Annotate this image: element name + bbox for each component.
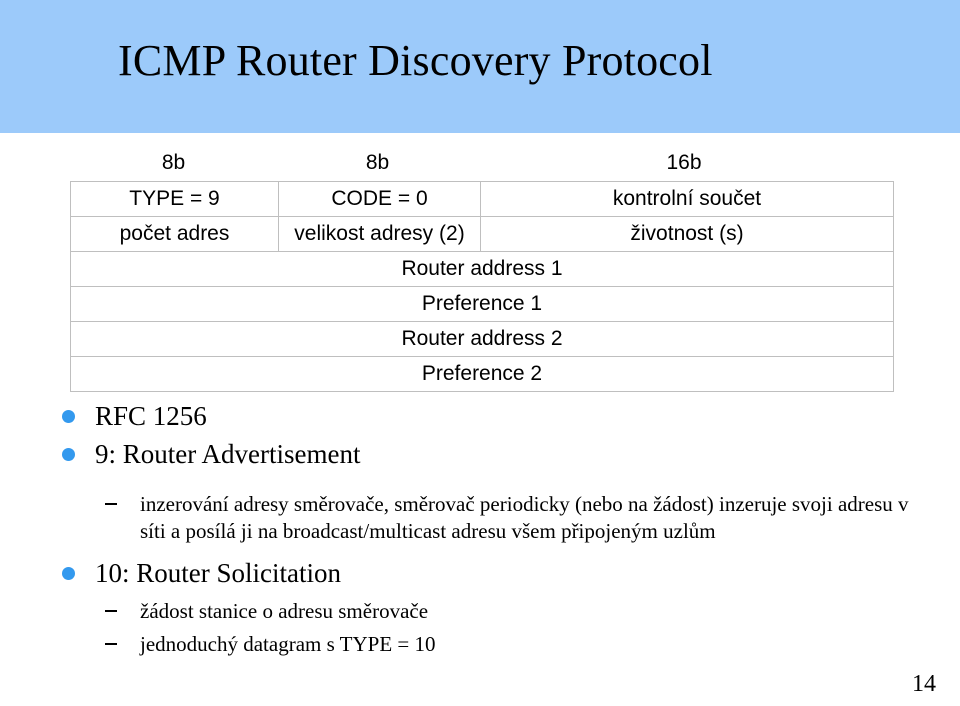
bit-width-label-type: 8b — [161, 151, 186, 174]
packet-cell-addr-size: velikost adresy (2) — [278, 216, 481, 252]
bullet-router-solicitation-label: 10: Router Solicitation — [95, 558, 341, 588]
bullet-dot-icon — [62, 448, 75, 461]
dash-bullet-icon — [105, 503, 117, 505]
packet-cell-code: CODE = 0 — [278, 181, 481, 217]
bullet-router-advertisement: 9: Router Advertisement — [0, 436, 960, 473]
bullet-router-advertisement-label: 9: Router Advertisement — [95, 439, 361, 469]
packet-cell-type: TYPE = 9 — [70, 181, 279, 217]
dash-bullet-icon — [105, 643, 117, 645]
table-row: počet adres velikost adresy (2) životnos… — [70, 216, 894, 252]
table-row: TYPE = 9 CODE = 0 kontrolní součet — [70, 181, 894, 217]
packet-cell-lifetime: životnost (s) — [480, 216, 894, 252]
page-number: 14 — [912, 671, 936, 697]
packet-cell-checksum: kontrolní součet — [480, 181, 894, 217]
bullet-rfc-label: RFC 1256 — [95, 401, 207, 431]
dash-bullet-icon — [105, 610, 117, 612]
table-row: Router address 2 — [70, 321, 894, 357]
table-row: Router address 1 — [70, 251, 894, 287]
slide-content: RFC 1256 9: Router Advertisement inzerov… — [0, 398, 960, 658]
sub-bullet-advertisement-detail: inzerování adresy směrovače, směrovač pe… — [0, 491, 960, 545]
sub-bullet-advertisement-detail-text: inzerování adresy směrovače, směrovač pe… — [140, 492, 909, 543]
bullet-router-solicitation: 10: Router Solicitation — [0, 555, 960, 592]
packet-cell-router-address-1: Router address 1 — [70, 251, 894, 287]
bullet-dot-icon — [62, 567, 75, 580]
page-title: ICMP Router Discovery Protocol — [118, 36, 713, 85]
bullet-rfc: RFC 1256 — [0, 398, 960, 435]
bit-width-header-row: 8b 8b 16b — [70, 145, 890, 181]
table-row: Preference 1 — [70, 286, 894, 322]
packet-cell-preference-1: Preference 1 — [70, 286, 894, 322]
bullet-dot-icon — [62, 410, 75, 423]
bit-width-label-checksum: 16b — [666, 151, 702, 174]
packet-format-diagram: 8b 8b 16b TYPE = 9 CODE = 0 kontrolní so… — [70, 145, 894, 392]
packet-table: TYPE = 9 CODE = 0 kontrolní součet počet… — [70, 181, 894, 392]
bit-width-label-code: 8b — [365, 151, 390, 174]
sub-bullet-solicitation-detail-2-text: jednoduchý datagram s TYPE = 10 — [140, 632, 436, 656]
sub-bullet-solicitation-detail-2: jednoduchý datagram s TYPE = 10 — [0, 631, 960, 658]
packet-cell-router-address-2: Router address 2 — [70, 321, 894, 357]
sub-bullet-solicitation-detail-1-text: žádost stanice o adresu směrovače — [140, 599, 429, 623]
packet-cell-preference-2: Preference 2 — [70, 356, 894, 392]
table-row: Preference 2 — [70, 356, 894, 392]
sub-bullet-solicitation-detail-1: žádost stanice o adresu směrovače — [0, 598, 960, 625]
packet-cell-num-addrs: počet adres — [70, 216, 279, 252]
